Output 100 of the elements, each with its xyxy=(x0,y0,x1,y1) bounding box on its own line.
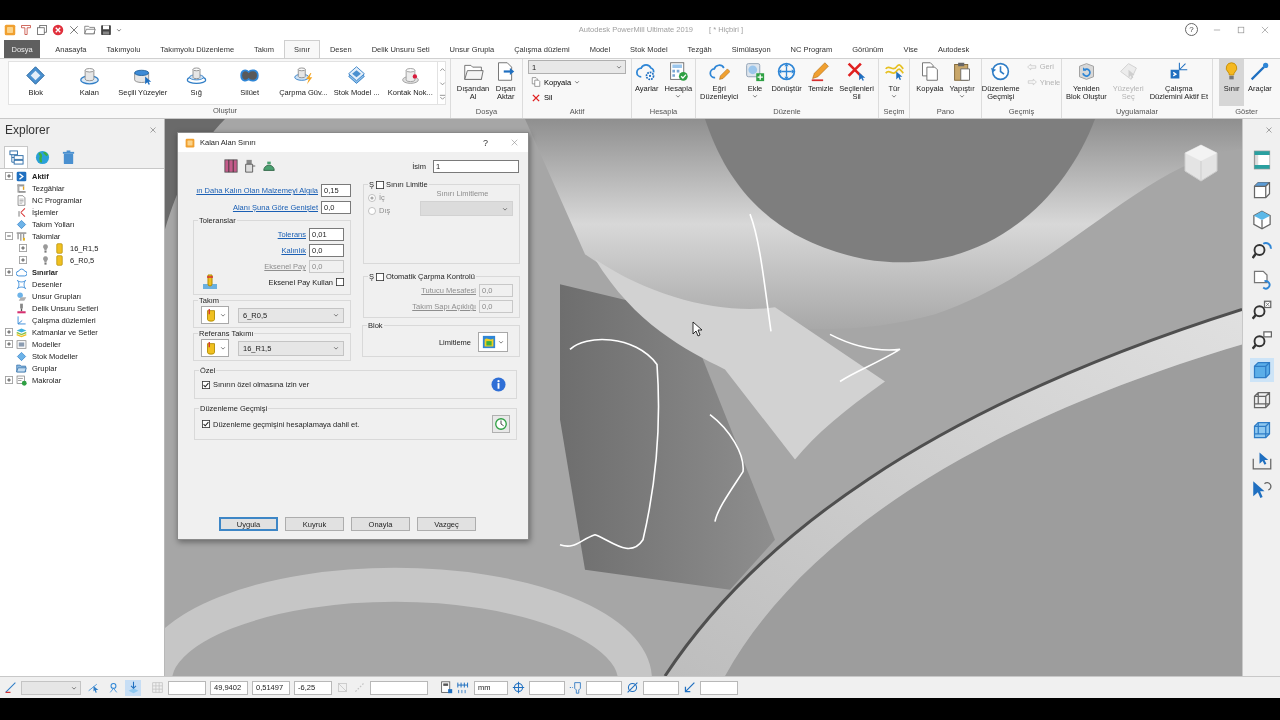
gallery-expand-icon[interactable] xyxy=(439,93,446,101)
tool-picker-button[interactable] xyxy=(201,339,229,357)
folder-icon xyxy=(16,362,27,374)
snap-cursor-icon xyxy=(86,681,100,694)
checkbox[interactable] xyxy=(336,278,344,286)
caret-icon[interactable] xyxy=(116,26,122,33)
save-icon[interactable] xyxy=(100,23,112,36)
shapes-icon xyxy=(16,290,27,302)
diamond-block-icon xyxy=(25,65,47,86)
info-icon[interactable] xyxy=(491,377,506,392)
expand-icon[interactable] xyxy=(5,268,13,276)
clock-icon xyxy=(494,417,508,431)
tool-icon[interactable] xyxy=(20,23,32,36)
map-tile-icon xyxy=(482,335,496,349)
zoom-box-icon xyxy=(1251,330,1272,350)
cylinder-dot-icon xyxy=(399,65,421,86)
checkbox[interactable] xyxy=(376,180,384,189)
close-icon[interactable] xyxy=(510,138,519,147)
scroll-down-icon[interactable] xyxy=(439,79,446,87)
diameter-icon[interactable] xyxy=(626,681,639,694)
explorer-tab[interactable] xyxy=(4,146,28,168)
caret-icon xyxy=(220,312,226,318)
status-field[interactable] xyxy=(586,680,622,695)
status-field[interactable] xyxy=(643,680,679,695)
radio-button[interactable] xyxy=(368,206,376,215)
checkbox[interactable] xyxy=(202,420,210,428)
drill-icon xyxy=(16,302,27,314)
radio-button[interactable] xyxy=(368,193,376,202)
expand-icon[interactable] xyxy=(19,244,27,252)
status-field[interactable] xyxy=(700,680,738,695)
clipboard-icon xyxy=(951,61,973,82)
cursor-undo-icon xyxy=(1251,480,1272,500)
expand-icon[interactable] xyxy=(5,328,13,336)
shaded-cube-icon xyxy=(1251,360,1272,380)
expand-icon[interactable] xyxy=(5,172,13,180)
tool-holder-icon[interactable] xyxy=(243,159,257,173)
expand-icon[interactable] xyxy=(5,340,13,348)
close-circle-icon[interactable] xyxy=(52,23,64,36)
windows-icon[interactable] xyxy=(36,23,48,36)
tool-arm-icon xyxy=(16,206,27,218)
tool-cut-icon[interactable] xyxy=(202,274,218,290)
close-icon[interactable] xyxy=(68,23,80,36)
status-field[interactable] xyxy=(370,680,428,695)
lightbulb-icon[interactable] xyxy=(40,254,51,266)
scroll-up-icon[interactable] xyxy=(439,65,446,73)
close-icon[interactable] xyxy=(149,126,157,134)
crosshair-icon[interactable] xyxy=(512,681,525,694)
axis-line-icon[interactable] xyxy=(4,681,17,694)
tool-icon xyxy=(204,308,218,322)
close-icon[interactable] xyxy=(1265,126,1273,134)
tool-icon xyxy=(54,254,65,266)
view-toolbar-button[interactable] xyxy=(1249,328,1274,352)
trash-icon xyxy=(60,150,76,165)
status-field[interactable] xyxy=(168,680,206,695)
tool-picker-button[interactable] xyxy=(201,306,229,324)
panel-layout-icon xyxy=(1251,150,1272,170)
calculator-icon[interactable] xyxy=(440,681,453,694)
view-toolbar-button[interactable] xyxy=(1249,298,1274,322)
tool-offset-icon[interactable] xyxy=(569,681,582,694)
lightbulb-icon[interactable] xyxy=(40,242,51,254)
expand-icon[interactable] xyxy=(19,256,27,264)
top-view-cube-icon xyxy=(1251,180,1272,200)
snap-toggle-button[interactable] xyxy=(125,679,141,696)
status-field[interactable] xyxy=(529,680,565,695)
snap-surface-icon xyxy=(126,681,140,694)
close-icon[interactable] xyxy=(1260,24,1270,35)
pencil-icon xyxy=(810,61,832,82)
diamond-icon xyxy=(16,350,27,362)
layered-diamond-icon xyxy=(346,65,368,86)
caret-icon xyxy=(959,92,966,99)
maximize-icon[interactable] xyxy=(1236,24,1246,35)
expand-icon[interactable] xyxy=(5,376,13,384)
layers-icon xyxy=(16,326,27,338)
curves-cursor-icon xyxy=(883,61,905,82)
globe-icon xyxy=(34,150,50,165)
angle-arrow-icon[interactable] xyxy=(683,681,696,694)
macro-icon xyxy=(16,374,27,386)
iso-cube-icon xyxy=(1251,210,1272,230)
help-button[interactable]: ? xyxy=(483,137,488,148)
caret-icon xyxy=(71,684,77,691)
tool-table-icon[interactable] xyxy=(224,159,238,173)
tool-icon xyxy=(204,341,218,355)
caret-icon xyxy=(333,345,339,351)
copy-icon xyxy=(919,61,941,82)
model-icon xyxy=(16,338,27,350)
ruler-ticks-icon[interactable] xyxy=(457,681,470,694)
dome-icon[interactable] xyxy=(262,159,276,173)
tool-rack-icon xyxy=(16,230,27,242)
select-cursor-icon xyxy=(1251,450,1272,470)
history-button[interactable] xyxy=(492,415,510,433)
collapse-icon[interactable] xyxy=(5,232,13,240)
caret-icon xyxy=(220,345,226,351)
block-limit-dropdown[interactable] xyxy=(478,332,508,352)
surface-cursor-icon xyxy=(1117,61,1139,82)
caret-icon xyxy=(502,205,508,212)
tree-view-icon xyxy=(8,150,24,165)
x-cursor-icon xyxy=(846,61,868,82)
axes-icon xyxy=(1168,61,1190,82)
checkbox[interactable] xyxy=(376,272,384,281)
checkbox[interactable] xyxy=(202,380,210,389)
